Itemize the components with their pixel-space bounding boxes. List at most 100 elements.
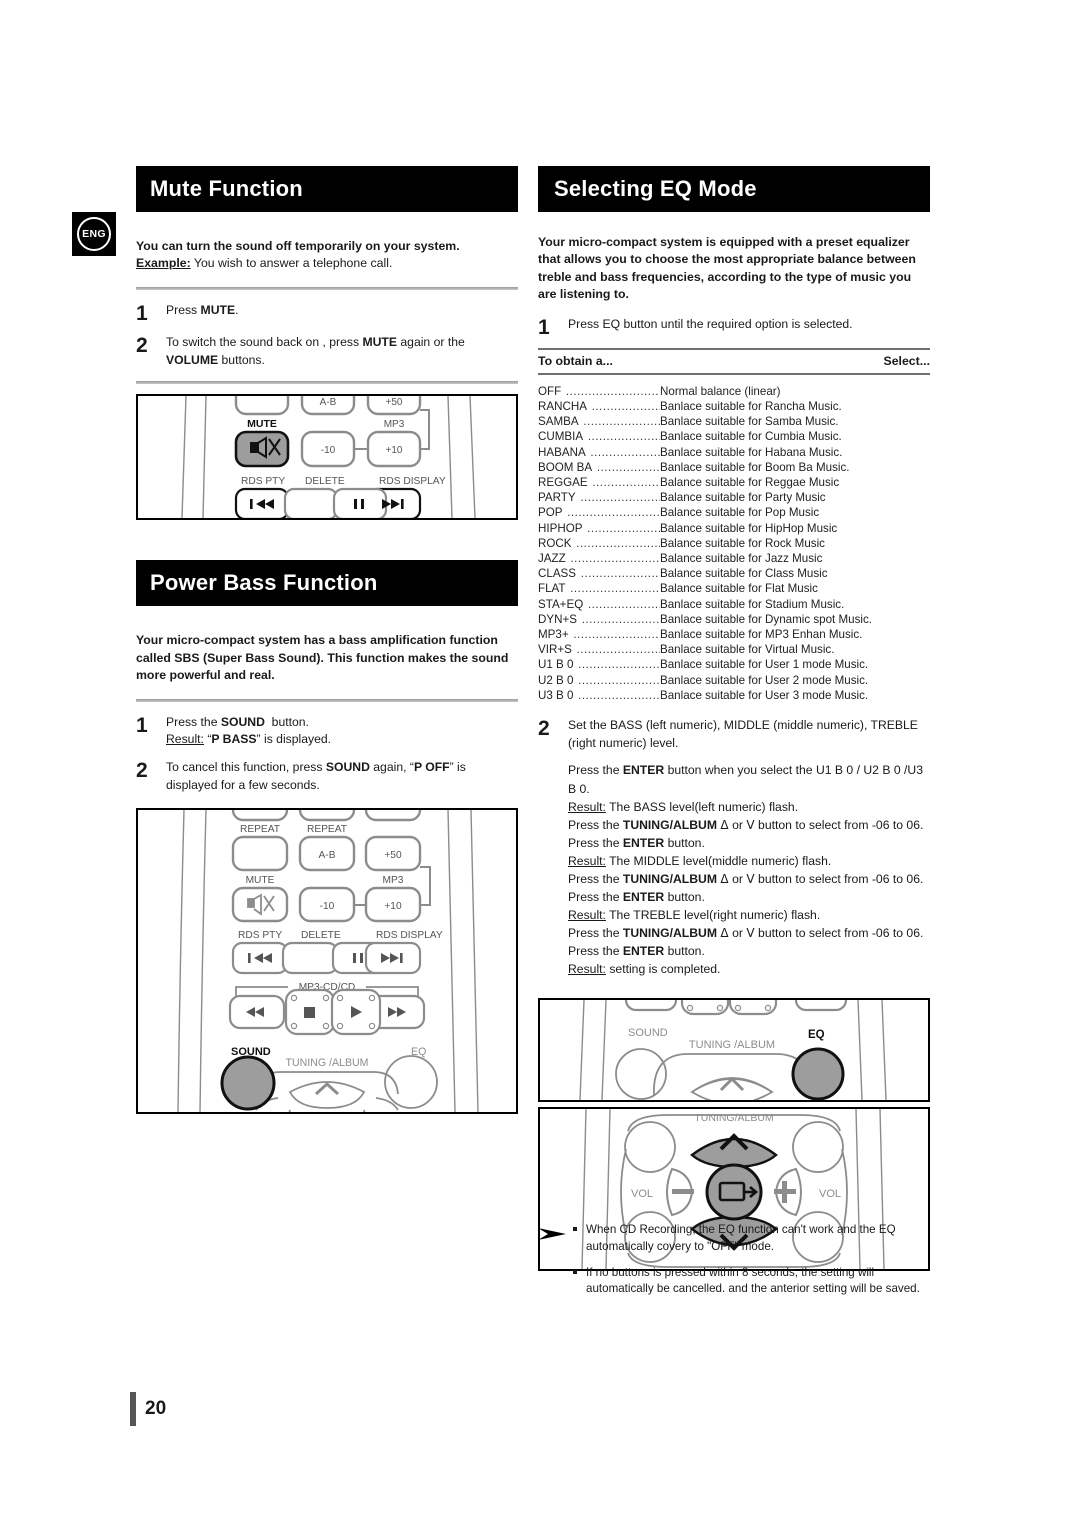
eq-mode-row: U2 B 0 .................................… xyxy=(538,673,930,688)
step2-line: Press the TUNING/ALBUM ᐃ or ᐯ button to … xyxy=(568,817,924,832)
svg-text:REPEAT: REPEAT xyxy=(240,824,280,835)
svg-text:DELETE: DELETE xyxy=(305,476,345,487)
eq-mode-row: RANCHA .................................… xyxy=(538,399,930,414)
eq-mode-leader: ........................................… xyxy=(591,400,660,414)
eq-table-header: To obtain a... Select... xyxy=(538,347,930,375)
page-number: 20 xyxy=(145,1398,167,1419)
eq-mode-name: U3 B 0 xyxy=(538,688,574,702)
mute-example-text: You wish to answer a telephone call. xyxy=(190,256,393,271)
eq-mode-name: HABANA xyxy=(538,445,586,459)
eq-mode-row: REGGAE .................................… xyxy=(538,475,930,490)
eq-mode-row: FLAT ...................................… xyxy=(538,581,930,596)
svg-text:RDS DISPLAY: RDS DISPLAY xyxy=(379,476,446,487)
eq-mode-description: Banlace suitable for Cumbia Music. xyxy=(660,430,842,444)
eq-table-header-left: To obtain a... xyxy=(538,353,613,368)
step2-line: Result: The MIDDLE level(middle numeric)… xyxy=(568,853,832,868)
step-item: 1 Press EQ button until the required opt… xyxy=(538,316,930,338)
eq-mode-description: Banlace suitable for Boom Ba Music. xyxy=(660,460,850,474)
step-number: 2 xyxy=(136,333,148,357)
mute-example: Example: You wish to answer a telephone … xyxy=(136,255,518,272)
mute-intro: You can turn the sound off temporarily o… xyxy=(136,238,518,273)
eq-mode-row: DYN+S ..................................… xyxy=(538,612,930,627)
step2-line: Press the ENTER button. xyxy=(568,835,705,850)
note-item: When CD Recording, the EQ function can't… xyxy=(572,1222,930,1256)
eq-mode-description: Balance suitable for Flat Music xyxy=(660,582,818,596)
step-item: 2 Set the BASS (left numeric), MIDDLE (m… xyxy=(538,717,930,978)
eq-mode-row: OFF ....................................… xyxy=(538,384,930,399)
powerbass-intro: Your micro-compact system has a bass amp… xyxy=(136,633,509,683)
svg-text:EQ: EQ xyxy=(808,1029,825,1041)
svg-text:MP3: MP3 xyxy=(383,875,404,886)
eq-mode-description: Balance suitable for Party Music xyxy=(660,491,826,505)
eq-mode-row: BOOM BA ................................… xyxy=(538,460,930,475)
eq-mode-description: Normal balance (linear) xyxy=(660,384,781,398)
step-text: Press EQ button until the required optio… xyxy=(568,316,853,331)
step-number: 1 xyxy=(136,713,148,737)
eq-mode-description: Banlace suitable for User 3 mode Music. xyxy=(660,688,869,702)
svg-text:A-B: A-B xyxy=(320,397,337,408)
eq-mode-row: HIPHOP .................................… xyxy=(538,521,930,536)
step2-line: Press the ENTER button. xyxy=(568,889,705,904)
eq-mode-name: JAZZ xyxy=(538,552,566,566)
manual-page: ENG Mute Function You can turn the sound… xyxy=(0,0,1080,1527)
svg-text:REPEAT: REPEAT xyxy=(307,824,347,835)
powerbass-steps: 1 Press the SOUND button. Result: “P BASS… xyxy=(136,714,518,795)
eq-mode-name: MP3+ xyxy=(538,628,569,642)
eq-mode-leader: ........................................… xyxy=(596,460,660,474)
divider-rule xyxy=(136,286,518,290)
eq-mode-description: Banlace suitable for Virtual Music. xyxy=(660,643,835,657)
eq-mode-name: FLAT xyxy=(538,582,566,596)
eq-mode-leader: ........................................… xyxy=(567,506,660,520)
note-list: When CD Recording, the EQ function can't… xyxy=(572,1222,930,1298)
left-column: Mute Function You can turn the sound off… xyxy=(136,166,518,1115)
svg-text:RDS PTY: RDS PTY xyxy=(238,930,282,941)
eq-mode-leader: ........................................… xyxy=(581,612,660,626)
mute-steps: 1 Press MUTE. 2 To switch the sound back… xyxy=(136,302,518,369)
section-title-eq: Selecting EQ Mode xyxy=(538,166,930,212)
step2-line: Press the TUNING/ALBUM ᐃ or ᐯ button to … xyxy=(568,871,924,886)
step-text: Set the BASS (left numeric), MIDDLE (mid… xyxy=(568,717,930,978)
eq-mode-description: Banlace suitable for Rancha Music. xyxy=(660,400,842,414)
eq-intro: Your micro-compact system is equipped wi… xyxy=(538,235,916,302)
step2-line: Result: The BASS level(left numeric) fla… xyxy=(568,799,799,814)
eq-mode-description: Balance suitable for HipHop Music xyxy=(660,521,838,535)
eq-mode-leader: ........................................… xyxy=(578,658,660,672)
step-number: 2 xyxy=(136,759,148,783)
step2-line: Result: The TREBLE level(right numeric) … xyxy=(568,907,821,922)
eq-mode-name: HIPHOP xyxy=(538,521,583,535)
eq-mode-leader: ........................................… xyxy=(570,552,660,566)
eq-mode-name: REGGAE xyxy=(538,476,588,490)
eq-mode-row: ROCK ...................................… xyxy=(538,536,930,551)
eq-mode-row: HABANA .................................… xyxy=(538,445,930,460)
eq-mode-name: STA+EQ xyxy=(538,597,584,611)
remote-sound-detail: REPEAT REPEAT A-B +50 MUTE MP3 -10 +10 R… xyxy=(136,808,518,1115)
eq-mode-description: Balance suitable for Jazz Music xyxy=(660,552,823,566)
eq-mode-name: BOOM BA xyxy=(538,460,593,474)
step-item: 1 Press MUTE. xyxy=(136,302,518,324)
eq-mode-name: OFF xyxy=(538,384,562,398)
step-item: 2 To cancel this function, press SOUND a… xyxy=(136,759,518,794)
svg-text:-10: -10 xyxy=(320,901,335,912)
eq-mode-row: SAMBA ..................................… xyxy=(538,414,930,429)
note-item: If no buttons is pressed within 8 second… xyxy=(572,1265,930,1299)
step-number: 1 xyxy=(538,315,550,339)
eq-mode-leader: ........................................… xyxy=(590,445,660,459)
svg-text:MUTE: MUTE xyxy=(247,418,277,430)
eq-mode-row: STA+EQ .................................… xyxy=(538,597,930,612)
svg-text:MP3: MP3 xyxy=(384,419,405,430)
remote-mute-detail: A-B +50 MUTE MP3 -10 +10 RDS PTY DELETE … xyxy=(136,394,518,521)
svg-text:SOUND: SOUND xyxy=(628,1027,668,1039)
eq-mode-name: POP xyxy=(538,506,563,520)
divider-rule xyxy=(136,381,518,385)
eq-mode-name: CLASS xyxy=(538,567,577,581)
eq-mode-name: VIR+S xyxy=(538,643,572,657)
svg-text:MUTE: MUTE xyxy=(246,875,275,886)
svg-text:RDS DISPLAY: RDS DISPLAY xyxy=(376,930,443,941)
eq-mode-description: Banlace suitable for User 2 mode Music. xyxy=(660,673,869,687)
eq-mode-name: RANCHA xyxy=(538,400,587,414)
svg-text:+50: +50 xyxy=(384,850,402,861)
eq-mode-description: Banlace suitable for Stadium Music. xyxy=(660,597,845,611)
step-text: To switch the sound back on , press MUTE… xyxy=(166,334,465,367)
svg-text:VOL: VOL xyxy=(631,1188,653,1200)
eq-mode-row: U3 B 0 .................................… xyxy=(538,688,930,703)
